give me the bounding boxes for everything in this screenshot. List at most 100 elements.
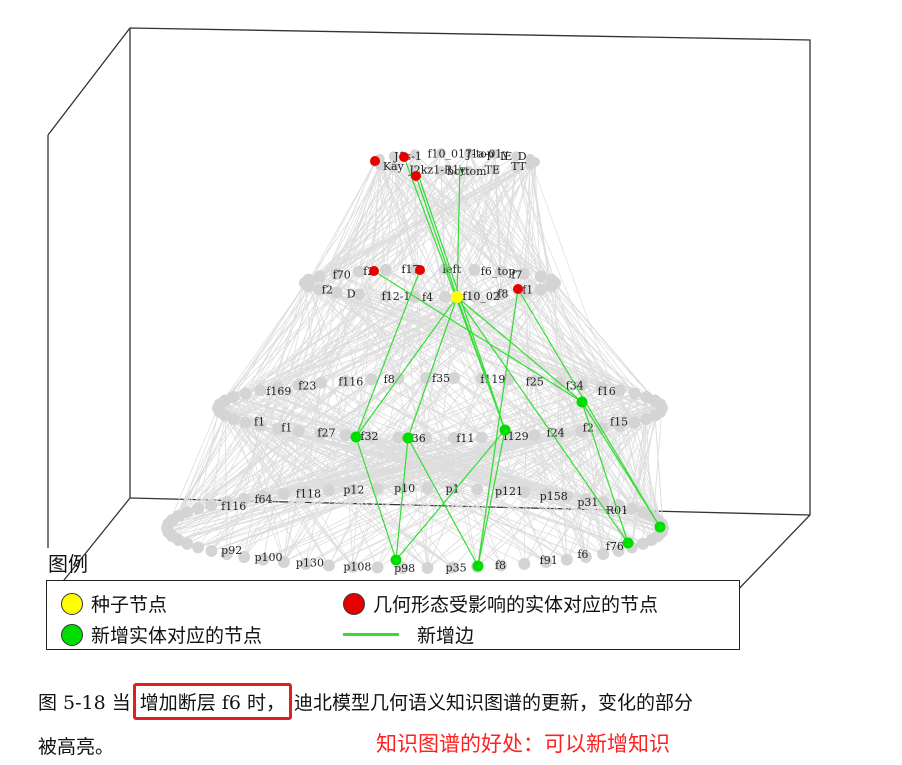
node-label: f8 (384, 373, 395, 386)
graph-node (560, 553, 573, 566)
graph-node (239, 416, 252, 429)
node-label: f8 (495, 559, 506, 572)
node-label: f116 (338, 376, 363, 389)
node-label: f25 (526, 376, 544, 389)
graph-node (525, 153, 536, 164)
graph-node (181, 506, 194, 519)
caption-line2: 被高亮。 (38, 736, 115, 758)
graph-node (302, 273, 315, 286)
node-label: p121 (495, 485, 523, 498)
graph-node (322, 484, 335, 497)
legend-seed-label: 种子节点 (91, 594, 168, 616)
node-label: f116 (221, 500, 246, 513)
node-label: p12 (343, 484, 364, 497)
affected-node (370, 156, 380, 166)
new-node (350, 431, 362, 443)
node-label: p130 (296, 557, 324, 570)
node-label: f32 (360, 430, 378, 443)
node-label: f1 (522, 283, 533, 296)
new-edge-swatch (343, 633, 399, 636)
annotation-note: 知识图谱的好处：可以新增知识 (376, 732, 670, 756)
graph-node (322, 559, 335, 572)
graph-node (528, 429, 541, 442)
graph-node (636, 537, 649, 550)
knowledge-graph-figure: TTJ1s-1TEf10_017-topbottomJ1a-01yJ2kz1-R… (47, 27, 811, 601)
node-label: Kay (383, 160, 405, 173)
seed-node-swatch (61, 592, 83, 615)
node-label: f1 (281, 422, 292, 435)
node-label: f24 (547, 427, 565, 440)
graph-node (254, 384, 267, 397)
graph-node (205, 544, 218, 557)
node-label: f27 (317, 427, 335, 440)
graph-node (421, 561, 434, 574)
legend-item-affected: 几何形态受影响的实体对应的节点 (343, 590, 658, 617)
graph-node (640, 413, 653, 426)
new-node-swatch (61, 623, 83, 646)
graph-node (365, 373, 378, 386)
new-node (402, 432, 414, 444)
node-label: f169 (266, 385, 291, 398)
node-label: f1 (254, 416, 265, 429)
new-node (654, 521, 666, 533)
node-label: f91 (540, 554, 558, 567)
legend-item-new-edge: 新增边 (343, 621, 474, 648)
node-label: p92 (221, 544, 242, 557)
graph-node (475, 431, 488, 444)
graph-node (421, 482, 434, 495)
graph-node (545, 273, 558, 286)
legend-new-node-label: 新增实体对应的节点 (91, 625, 263, 647)
graph-node (628, 387, 641, 400)
affected-node-swatch (343, 592, 365, 615)
node-label: p108 (343, 560, 371, 573)
node-label: f10_02 (462, 290, 500, 303)
affected-node (415, 265, 425, 275)
graph-node (239, 387, 252, 400)
graph-node (227, 390, 240, 403)
graph-node (628, 416, 641, 429)
node-label: f118 (296, 487, 321, 500)
new-node (472, 560, 484, 572)
graph-node (313, 270, 326, 283)
graph-node (654, 398, 667, 411)
graph-node (277, 488, 290, 501)
node-label: p1 (446, 483, 460, 496)
node-label: f15 (610, 416, 628, 429)
graph-node (468, 263, 481, 276)
graph-node (379, 263, 392, 276)
figure-caption: 图 5-18 当增加断层 f6 时， 迪北模型几何语义知识图谱的更新，变化的部分 (38, 683, 693, 720)
caption-highlight-box: 增加断层 f6 时， (132, 683, 292, 720)
node-label: f16 (598, 385, 616, 398)
seed-node (451, 291, 463, 303)
node-label: p158 (540, 490, 568, 503)
node-label: D (347, 287, 356, 300)
graph-node (205, 499, 218, 512)
graph-node (315, 376, 328, 389)
node-label: f23 (298, 380, 316, 393)
graph-node (192, 541, 205, 554)
caption-prefix: 图 5-18 当 (38, 692, 131, 714)
node-label: p100 (254, 551, 282, 564)
affected-node (399, 152, 409, 162)
new-node (390, 554, 402, 566)
graph-node (534, 270, 547, 283)
graph-node (292, 425, 305, 438)
node-label: p35 (446, 561, 467, 574)
affected-node (411, 171, 421, 181)
node-label: p31 (577, 496, 598, 509)
node-label: f2 (322, 283, 333, 296)
graph-edge (515, 167, 664, 529)
legend-new-edge-label: 新增边 (417, 625, 475, 647)
graph-node (471, 483, 484, 496)
node-label: f76 (606, 540, 624, 553)
caption-highlight: 增加断层 f6 时， (139, 692, 285, 714)
legend-title: 图例 (48, 552, 88, 576)
graph-node (339, 429, 352, 442)
node-label: f12-1 (382, 290, 411, 303)
node-label: f70 (333, 268, 351, 281)
new-node (499, 424, 511, 436)
graph-node (439, 290, 452, 303)
graph-node (518, 557, 531, 570)
affected-node (369, 266, 379, 276)
node-label: f7 (511, 268, 522, 281)
